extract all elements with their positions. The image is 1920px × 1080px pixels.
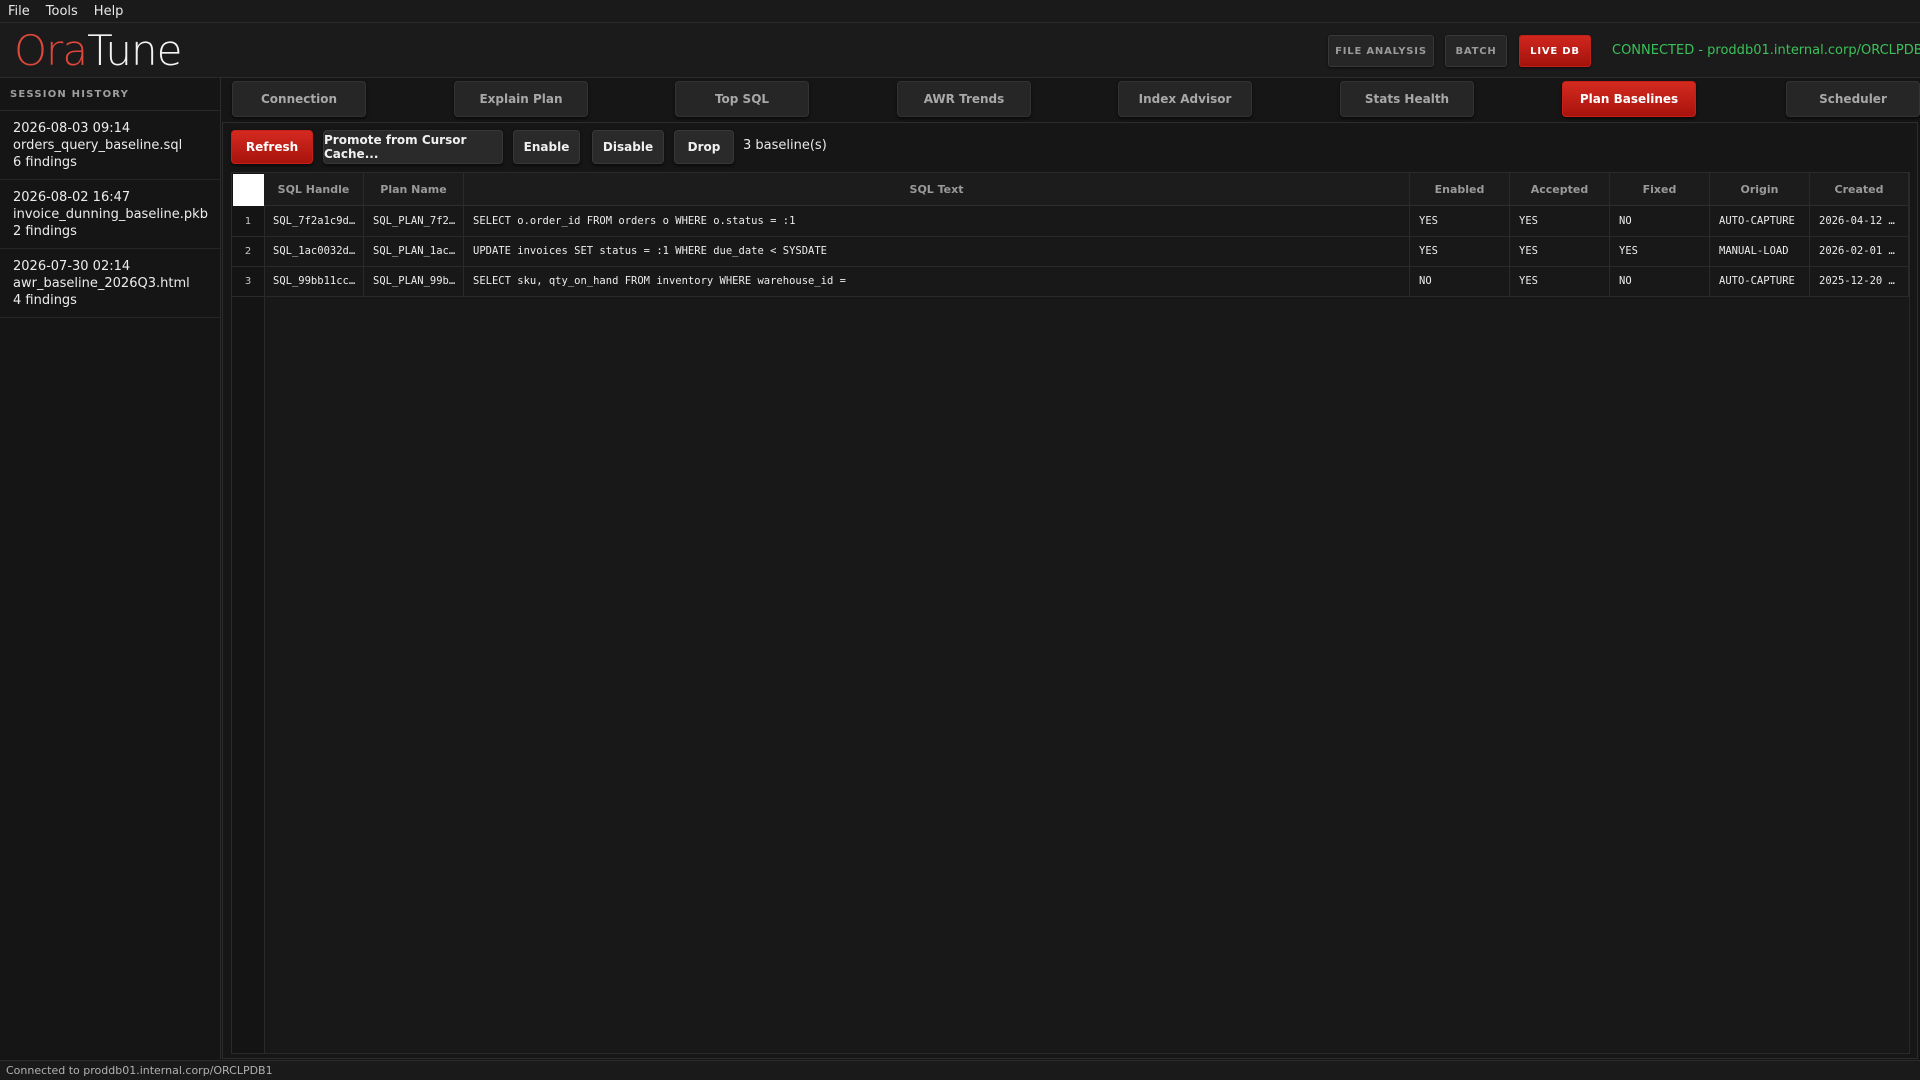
table-row[interactable]: 3 SQL_99bb11cc… SQL_PLAN_99b… SELECT sku… <box>232 266 1909 297</box>
table-row[interactable]: 2 SQL_1ac0032d… SQL_PLAN_1ac… UPDATE inv… <box>232 236 1909 267</box>
menu-help[interactable]: Help <box>86 4 132 19</box>
cell-fixed: YES <box>1610 236 1710 266</box>
cell-created: 2026-04-12 … <box>1810 206 1909 236</box>
column-header-enabled[interactable]: Enabled <box>1410 173 1510 206</box>
tab-stats-health[interactable]: Stats Health <box>1340 81 1474 117</box>
tab-top-sql[interactable]: Top SQL <box>675 81 809 117</box>
drop-button[interactable]: Drop <box>674 130 734 164</box>
cell-sql-text: UPDATE invoices SET status = :1 WHERE du… <box>464 236 1410 266</box>
column-header-origin[interactable]: Origin <box>1710 173 1810 206</box>
tab-scheduler[interactable]: Scheduler <box>1786 81 1920 117</box>
disable-button[interactable]: Disable <box>592 130 664 164</box>
cell-plan-name: SQL_PLAN_7f2… <box>364 206 464 236</box>
batch-mode-button[interactable]: BATCH <box>1445 35 1507 67</box>
tab-connection[interactable]: Connection <box>232 81 366 117</box>
refresh-button[interactable]: Refresh <box>231 130 313 164</box>
select-all-corner[interactable] <box>233 174 264 206</box>
history-timestamp: 2026-08-02 16:47 <box>13 190 131 205</box>
cell-accepted: YES <box>1510 236 1610 266</box>
live-db-mode-button[interactable]: LIVE DB <box>1519 35 1591 67</box>
history-file: invoice_dunning_baseline.pkb <box>13 207 208 222</box>
connection-status: CONNECTED - proddb01.internal.corp/ORCLP… <box>1612 43 1920 58</box>
tab-index-advisor[interactable]: Index Advisor <box>1118 81 1252 117</box>
history-item[interactable]: 2026-08-03 09:14 orders_query_baseline.s… <box>0 111 220 180</box>
app-logo: OraTune <box>14 26 182 75</box>
history-item[interactable]: 2026-07-30 02:14 awr_baseline_2026Q3.htm… <box>0 249 220 318</box>
baselines-table: SQL Handle Plan Name SQL Text Enabled Ac… <box>231 172 1910 1054</box>
cell-accepted: YES <box>1510 206 1610 236</box>
app-header: OraTune FILE ANALYSIS BATCH LIVE DB CONN… <box>0 23 1920 78</box>
tab-bar: Connection Explain Plan Top SQL AWR Tren… <box>221 78 1920 122</box>
column-header-fixed[interactable]: Fixed <box>1610 173 1710 206</box>
session-history-sidebar: SESSION HISTORY 2026-08-03 09:14 orders_… <box>0 78 221 1059</box>
cell-origin: AUTO-CAPTURE <box>1710 266 1810 296</box>
cell-sql-handle: SQL_99bb11cc… <box>264 266 364 296</box>
menu-bar: File Tools Help <box>0 0 1920 23</box>
session-history-title: SESSION HISTORY <box>0 78 220 111</box>
cell-origin: MANUAL-LOAD <box>1710 236 1810 266</box>
cell-sql-text: SELECT o.order_id FROM orders o WHERE o.… <box>464 206 1410 236</box>
table-row[interactable]: 1 SQL_7f2a1c9d… SQL_PLAN_7f2… SELECT o.o… <box>232 206 1909 237</box>
history-findings: 4 findings <box>13 293 77 308</box>
cell-sql-text: SELECT sku, qty_on_hand FROM inventory W… <box>464 266 1410 296</box>
logo-tune: Tune <box>87 26 182 75</box>
row-number: 1 <box>244 215 252 227</box>
history-timestamp: 2026-08-03 09:14 <box>13 121 131 136</box>
status-bar-text: Connected to proddb01.internal.corp/ORCL… <box>6 1064 273 1077</box>
history-findings: 2 findings <box>13 224 77 239</box>
cell-sql-handle: SQL_1ac0032d… <box>264 236 364 266</box>
column-header-sql-text[interactable]: SQL Text <box>464 173 1410 206</box>
history-file: orders_query_baseline.sql <box>13 138 183 153</box>
column-header-created[interactable]: Created <box>1810 173 1909 206</box>
logo-ora: Ora <box>14 26 88 75</box>
cell-fixed: NO <box>1610 266 1710 296</box>
cell-created: 2026-02-01 … <box>1810 236 1909 266</box>
row-number: 2 <box>244 245 252 257</box>
history-file: awr_baseline_2026Q3.html <box>13 276 190 291</box>
cell-enabled: NO <box>1410 266 1510 296</box>
tab-plan-baselines[interactable]: Plan Baselines <box>1562 81 1696 117</box>
column-header-plan-name[interactable]: Plan Name <box>364 173 464 206</box>
history-findings: 6 findings <box>13 155 77 170</box>
menu-tools[interactable]: Tools <box>38 4 86 19</box>
baseline-count: 3 baseline(s) <box>743 138 827 153</box>
tab-explain-plan[interactable]: Explain Plan <box>454 81 588 117</box>
cell-plan-name: SQL_PLAN_1ac… <box>364 236 464 266</box>
cell-origin: AUTO-CAPTURE <box>1710 206 1810 236</box>
column-header-accepted[interactable]: Accepted <box>1510 173 1610 206</box>
history-item[interactable]: 2026-08-02 16:47 invoice_dunning_baselin… <box>0 180 220 249</box>
promote-from-cursor-cache-button[interactable]: Promote from Cursor Cache... <box>323 130 503 164</box>
history-timestamp: 2026-07-30 02:14 <box>13 259 131 274</box>
row-number: 3 <box>244 275 252 287</box>
column-header-sql-handle[interactable]: SQL Handle <box>264 173 364 206</box>
cell-enabled: YES <box>1410 236 1510 266</box>
cell-enabled: YES <box>1410 206 1510 236</box>
menu-file[interactable]: File <box>0 4 38 19</box>
cell-accepted: YES <box>1510 266 1610 296</box>
cell-created: 2025-12-20 … <box>1810 266 1909 296</box>
plan-baselines-panel: Refresh Promote from Cursor Cache... Ena… <box>222 122 1918 1059</box>
row-number-column <box>232 173 265 1053</box>
tab-awr-trends[interactable]: AWR Trends <box>897 81 1031 117</box>
cell-plan-name: SQL_PLAN_99b… <box>364 266 464 296</box>
cell-fixed: NO <box>1610 206 1710 236</box>
enable-button[interactable]: Enable <box>513 130 580 164</box>
status-bar: Connected to proddb01.internal.corp/ORCL… <box>0 1060 1920 1080</box>
file-analysis-mode-button[interactable]: FILE ANALYSIS <box>1328 35 1434 67</box>
baselines-toolbar: Refresh Promote from Cursor Cache... Ena… <box>231 130 1901 164</box>
cell-sql-handle: SQL_7f2a1c9d… <box>264 206 364 236</box>
